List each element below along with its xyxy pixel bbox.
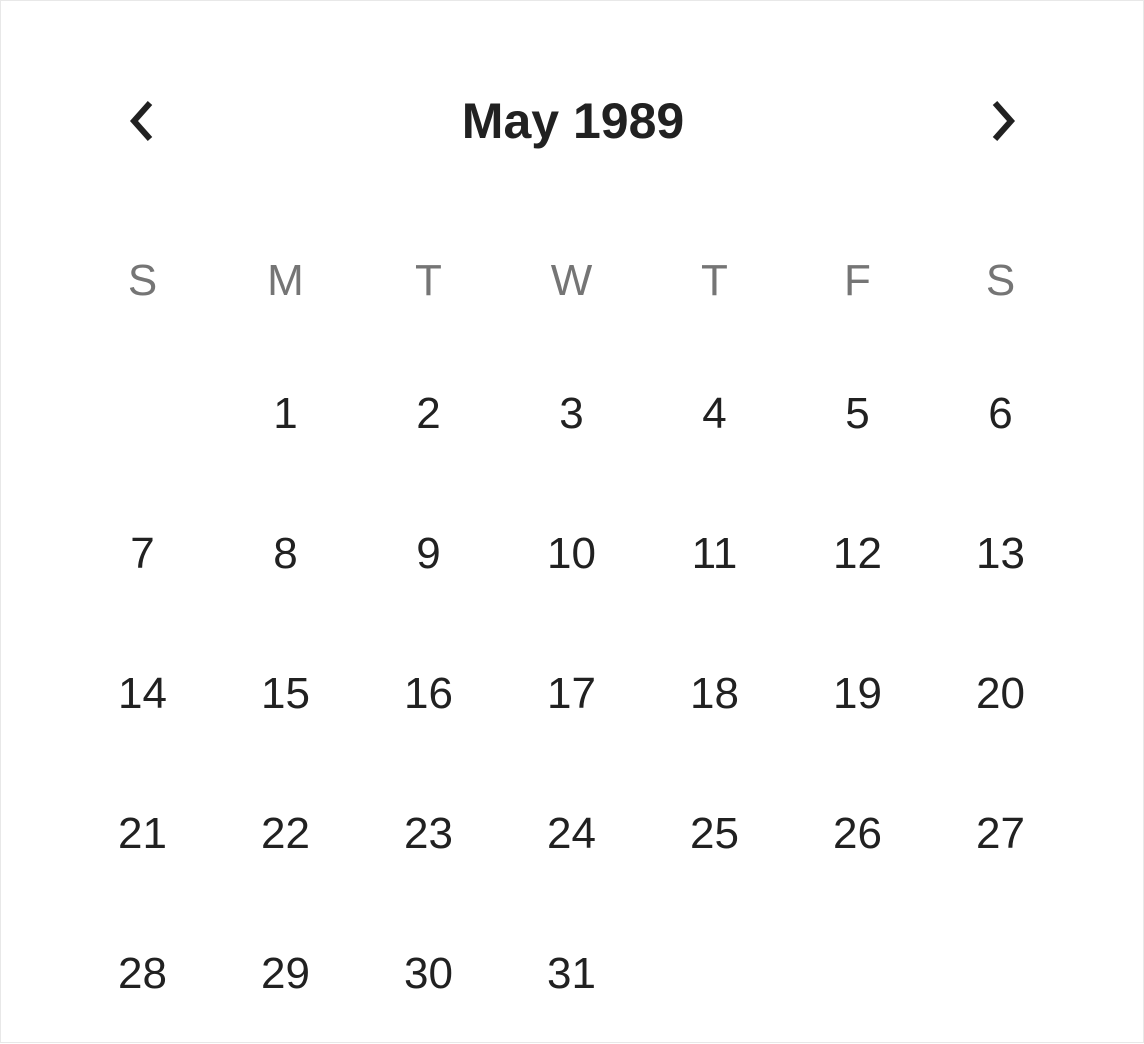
day-cell[interactable]: 17 — [500, 624, 643, 764]
day-cell[interactable]: 25 — [643, 764, 786, 904]
day-cell[interactable]: 18 — [643, 624, 786, 764]
empty-day-cell — [71, 344, 214, 484]
empty-day-cell — [929, 904, 1072, 1044]
day-cell[interactable]: 30 — [357, 904, 500, 1044]
weekday-label-tuesday: T — [415, 256, 442, 305]
day-cell[interactable]: 31 — [500, 904, 643, 1044]
day-cell[interactable]: 4 — [643, 344, 786, 484]
chevron-left-icon — [129, 101, 153, 141]
next-month-button[interactable] — [953, 61, 1053, 181]
day-cell[interactable]: 28 — [71, 904, 214, 1044]
day-grid: 1 2 3 4 5 6 7 8 9 10 11 12 13 14 15 16 17 18 19 20 21 22 23 24 2… — [71, 344, 1071, 1044]
day-cell[interactable]: 20 — [929, 624, 1072, 764]
weekday-label-thursday: T — [701, 256, 728, 305]
day-cell[interactable]: 3 — [500, 344, 643, 484]
day-cell[interactable]: 12 — [786, 484, 929, 624]
day-cell[interactable]: 15 — [214, 624, 357, 764]
weekday-header-row: S M T W T F S — [71, 241, 1071, 321]
weekday-label-monday: M — [267, 256, 304, 305]
weekday-label-friday: F — [844, 256, 871, 305]
day-cell[interactable]: 7 — [71, 484, 214, 624]
weekday-label-wednesday: W — [550, 256, 593, 305]
chevron-right-icon — [992, 101, 1016, 141]
empty-day-cell — [786, 904, 929, 1044]
day-cell[interactable]: 5 — [786, 344, 929, 484]
day-cell[interactable]: 21 — [71, 764, 214, 904]
day-cell[interactable]: 19 — [786, 624, 929, 764]
day-cell[interactable]: 22 — [214, 764, 357, 904]
day-cell[interactable]: 24 — [500, 764, 643, 904]
day-cell[interactable]: 10 — [500, 484, 643, 624]
day-cell[interactable]: 8 — [214, 484, 357, 624]
calendar-header: May 1989 — [1, 61, 1144, 181]
weekday-label-saturday: S — [985, 256, 1016, 305]
day-cell[interactable]: 29 — [214, 904, 357, 1044]
day-cell[interactable]: 23 — [357, 764, 500, 904]
day-cell[interactable]: 26 — [786, 764, 929, 904]
day-cell[interactable]: 1 — [214, 344, 357, 484]
day-cell[interactable]: 14 — [71, 624, 214, 764]
day-cell[interactable]: 16 — [357, 624, 500, 764]
day-cell[interactable]: 13 — [929, 484, 1072, 624]
previous-month-button[interactable] — [92, 61, 192, 181]
day-cell[interactable]: 9 — [357, 484, 500, 624]
day-cell[interactable]: 27 — [929, 764, 1072, 904]
weekday-label-sunday: S — [127, 256, 158, 305]
date-picker-calendar: May 1989 S M T W T F S 1 2 3 4 5 6 7 8 9 10 11 12 13… — [0, 0, 1144, 1043]
day-cell[interactable]: 6 — [929, 344, 1072, 484]
month-year-title: May 1989 — [461, 93, 685, 149]
day-cell[interactable]: 2 — [357, 344, 500, 484]
empty-day-cell — [643, 904, 786, 1044]
day-cell[interactable]: 11 — [643, 484, 786, 624]
